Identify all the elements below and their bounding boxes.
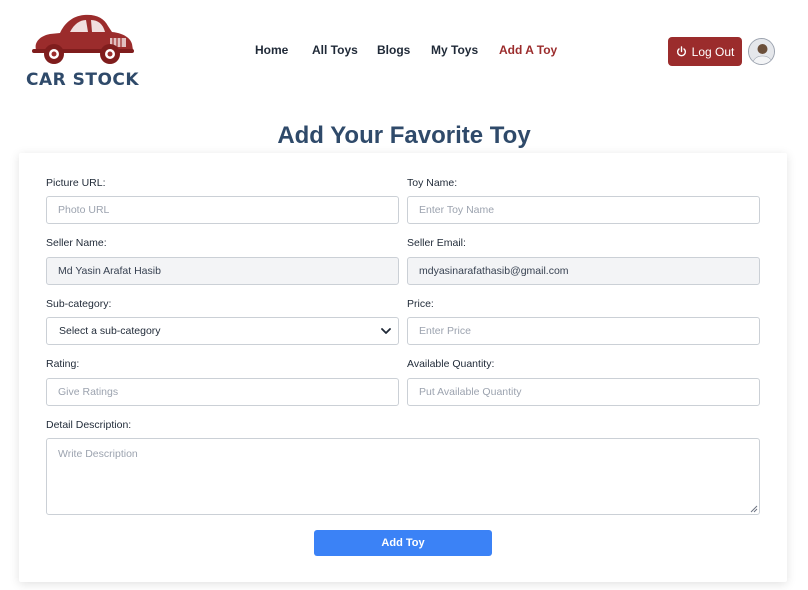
- price-input[interactable]: [407, 317, 760, 345]
- description-textarea[interactable]: [46, 438, 760, 515]
- rating-input[interactable]: [46, 378, 399, 406]
- logout-button[interactable]: Log Out: [668, 37, 742, 66]
- power-icon: [676, 46, 686, 57]
- brand-name: CAR STOCK: [26, 70, 140, 90]
- picture-url-label: Picture URL:: [46, 177, 106, 189]
- seller-email-input[interactable]: [407, 257, 760, 285]
- logout-label: Log Out: [691, 44, 735, 59]
- seller-email-label: Seller Email:: [407, 237, 466, 249]
- rating-label: Rating:: [46, 358, 80, 370]
- add-toy-button[interactable]: Add Toy: [314, 530, 492, 556]
- description-wrapper: [46, 438, 760, 515]
- nav-all-toys[interactable]: All Toys: [312, 43, 358, 57]
- page-title: Add Your Favorite Toy: [277, 122, 531, 149]
- user-avatar-icon: [749, 39, 774, 64]
- picture-url-input[interactable]: [46, 196, 399, 224]
- toy-name-input[interactable]: [407, 196, 760, 224]
- nav-blogs[interactable]: Blogs: [377, 43, 410, 57]
- user-avatar[interactable]: [748, 38, 775, 65]
- seller-name-label: Seller Name:: [46, 237, 107, 249]
- nav-add-a-toy[interactable]: Add A Toy: [499, 43, 557, 57]
- car-logo-icon: [32, 14, 134, 64]
- chevron-down-icon: [381, 328, 391, 334]
- nav-home[interactable]: Home: [255, 43, 288, 57]
- sub-category-selected: Select a sub-category: [59, 325, 161, 337]
- brand-logo[interactable]: CAR STOCK: [26, 12, 142, 92]
- resize-handle-icon[interactable]: [750, 505, 758, 513]
- seller-name-input[interactable]: [46, 257, 399, 285]
- sub-category-label: Sub-category:: [46, 298, 112, 310]
- toy-name-label: Toy Name:: [407, 177, 458, 189]
- nav-my-toys[interactable]: My Toys: [431, 43, 478, 57]
- price-label: Price:: [407, 298, 434, 310]
- quantity-input[interactable]: [407, 378, 760, 406]
- sub-category-select[interactable]: Select a sub-category: [46, 317, 399, 345]
- description-label: Detail Description:: [46, 419, 132, 431]
- quantity-label: Available Quantity:: [407, 358, 495, 370]
